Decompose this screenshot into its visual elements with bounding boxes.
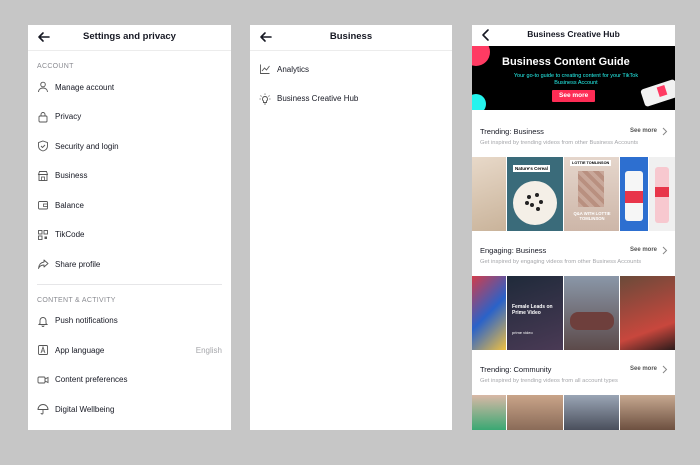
umbrella-icon	[37, 404, 49, 415]
business-header: Business	[250, 25, 452, 51]
video-thumbnail[interactable]: Female Leads on Prime Video prime video	[507, 276, 563, 350]
page-title: Settings and privacy	[83, 31, 176, 42]
menu-item-label: Analytics	[277, 64, 310, 74]
chevron-right-icon[interactable]	[661, 246, 668, 255]
thumbnail-caption: Nature's Cereal	[513, 165, 550, 172]
video-thumbnail[interactable]: Nature's Cereal	[507, 157, 563, 231]
video-icon	[37, 376, 49, 383]
menu-item-label: Digital Wellbeing	[55, 404, 115, 414]
menu-item-manage-account[interactable]: Manage account	[28, 73, 231, 103]
section-divider	[37, 283, 222, 285]
menu-item-business-creative-hub[interactable]: Business Creative Hub	[250, 85, 452, 115]
shield-icon	[38, 140, 48, 152]
video-thumbnail[interactable]: LOTTIE TOMLINSON Q&A WITH LOTTIE TOMLINS…	[564, 157, 619, 231]
section-engaging-business: Engaging: Business See more Get inspired…	[472, 246, 675, 270]
creative-hub-panel: Business Creative Hub Business Content G…	[472, 25, 675, 430]
menu-item-share-profile[interactable]: Share profile	[28, 250, 231, 280]
menu-item-content-preferences[interactable]: Content preferences	[28, 366, 231, 396]
person-icon	[38, 81, 48, 93]
thumbnail-caption: prime video	[512, 330, 533, 335]
menu-item-analytics[interactable]: Analytics	[250, 55, 452, 85]
bell-icon	[37, 316, 49, 327]
menu-item-label: Content preferences	[55, 375, 128, 384]
video-thumbnail[interactable]	[472, 395, 506, 430]
hub-header: Business Creative Hub	[472, 25, 675, 45]
page-title: Business	[329, 31, 373, 42]
video-thumbnail[interactable]	[472, 157, 506, 231]
menu-item-label: Balance	[55, 200, 84, 210]
content-activity-section-header: CONTENT & ACTIVITY	[37, 296, 116, 304]
section-description: Get inspired by trending videos from oth…	[480, 140, 639, 146]
pixelated-face	[578, 171, 604, 207]
see-more-link[interactable]: See more	[630, 247, 657, 253]
menu-item-app-language[interactable]: App language English	[28, 336, 231, 366]
settings-header: Settings and privacy	[28, 25, 231, 51]
menu-item-label: Manage account	[55, 82, 115, 92]
menu-item-label: Share profile	[55, 259, 101, 269]
thumbnail-caption: Female Leads on Prime Video	[512, 304, 553, 316]
video-thumbnail[interactable]	[564, 276, 619, 350]
video-thumbnail[interactable]	[620, 157, 648, 231]
qr-code-icon	[38, 229, 48, 240]
wallet-icon	[38, 201, 48, 210]
language-icon	[38, 345, 48, 355]
engaging-business-thumbnails: Female Leads on Prime Video prime video	[472, 276, 675, 350]
menu-item-label: Business Creative Hub	[277, 94, 359, 103]
account-section-header: ACCOUNT	[37, 63, 74, 70]
video-thumbnail[interactable]	[649, 157, 675, 231]
section-trending-community: Trending: Community See more Get inspire…	[472, 365, 675, 389]
see-more-link[interactable]: See more	[630, 128, 657, 134]
menu-item-balance[interactable]: Balance	[28, 191, 231, 221]
menu-item-push-notifications[interactable]: Push notifications	[28, 307, 231, 337]
decorative-circle-red	[472, 46, 490, 66]
settings-panel: Settings and privacy ACCOUNT Manage acco…	[28, 25, 231, 430]
page-title: Business Creative Hub	[527, 29, 620, 39]
trending-community-thumbnails	[472, 395, 675, 430]
thumbnail-caption: Q&A WITH LOTTIE TOMLINSON	[573, 211, 611, 221]
decorative-circle-cyan	[472, 94, 486, 110]
menu-item-privacy[interactable]: Privacy	[28, 103, 231, 133]
menu-item-label: Security and login	[55, 141, 119, 151]
store-icon	[37, 170, 49, 181]
video-thumbnail[interactable]	[472, 276, 506, 350]
banner-subtitle: Your go-to guide to creating content for…	[513, 73, 639, 86]
chevron-right-icon[interactable]	[661, 127, 668, 136]
video-thumbnail[interactable]	[620, 395, 675, 430]
menu-item-label: TikCode	[55, 230, 85, 239]
business-panel: Business Analytics Business Creative Hub	[250, 25, 452, 430]
thumbnail-caption: LOTTIE TOMLINSON	[570, 160, 612, 166]
video-thumbnail[interactable]	[507, 395, 563, 430]
menu-item-label: Business	[55, 171, 88, 180]
menu-item-digital-wellbeing[interactable]: Digital Wellbeing	[28, 395, 231, 425]
section-description: Get inspired by engaging videos from oth…	[480, 259, 642, 265]
banner-title: Business Content Guide	[502, 56, 630, 68]
menu-item-business[interactable]: Business	[28, 162, 231, 192]
chevron-right-icon[interactable]	[661, 365, 668, 374]
lightbulb-icon	[259, 93, 271, 104]
section-title: Trending: Community	[480, 365, 552, 374]
current-language-value: English	[195, 345, 222, 355]
menu-item-security-and-login[interactable]: Security and login	[28, 132, 231, 162]
video-thumbnail[interactable]	[564, 395, 619, 430]
trending-business-thumbnails: Nature's Cereal LOTTIE TOMLINSON Q&A WIT…	[472, 157, 675, 231]
share-icon	[38, 259, 49, 269]
menu-item-label: Privacy	[55, 112, 82, 121]
video-thumbnail[interactable]	[620, 276, 675, 350]
lock-icon	[38, 111, 48, 122]
section-title: Trending: Business	[480, 127, 544, 136]
section-trending-business: Trending: Business See more Get inspired…	[472, 127, 675, 151]
content-guide-banner[interactable]: Business Content Guide Your go-to guide …	[472, 46, 675, 110]
see-more-link[interactable]: See more	[630, 366, 657, 372]
menu-item-label: Push notifications	[55, 316, 118, 325]
analytics-icon	[260, 64, 270, 74]
section-description: Get inspired by trending videos from all…	[480, 378, 618, 384]
banner-see-more-button[interactable]: See more	[552, 90, 596, 102]
menu-item-label: App language	[55, 345, 105, 355]
section-title: Engaging: Business	[480, 246, 547, 255]
menu-item-tikcode[interactable]: TikCode	[28, 221, 231, 251]
